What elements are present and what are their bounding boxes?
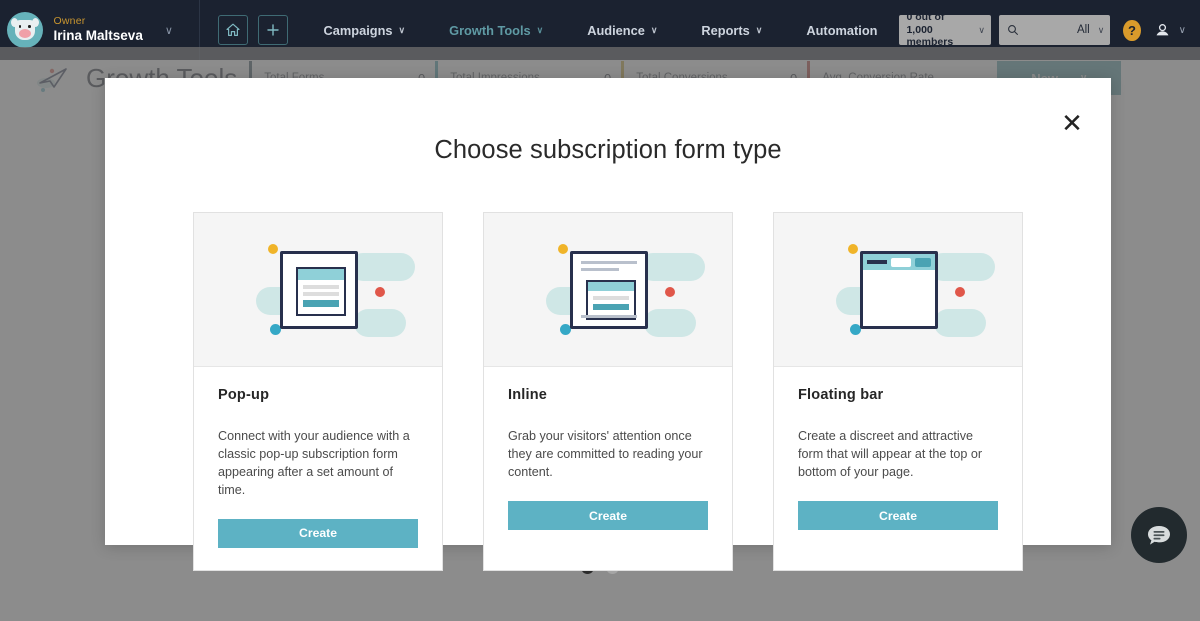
plus-icon[interactable] [257, 15, 288, 45]
chat-bubble-icon [1148, 526, 1170, 545]
nav-icon-group [200, 15, 302, 45]
card-body: Inline Grab your visitors' attention onc… [484, 367, 732, 552]
close-icon[interactable]: ✕ [1055, 106, 1089, 140]
user-icon [1156, 23, 1169, 35]
create-popup-button[interactable]: Create [218, 518, 418, 548]
subscription-form-type-modal: ✕ Choose subscription form type Pop-up C… [105, 78, 1111, 571]
popup-illustration [194, 213, 442, 367]
search-scope-label: All [1076, 24, 1090, 36]
chevron-down-icon: ∨ [164, 24, 173, 37]
form-type-card-list: Pop-up Connect with your audience with a… [105, 212, 1111, 571]
nav-link-label: Campaigns [323, 22, 393, 38]
create-inline-button[interactable]: Create [508, 501, 708, 530]
home-icon[interactable] [217, 15, 248, 45]
chevron-down-icon: ∨ [1178, 24, 1186, 36]
card-body: Floating bar Create a discreet and attra… [774, 367, 1022, 552]
chevron-down-icon: ∨ [1097, 24, 1105, 35]
search-input[interactable] [1022, 24, 1073, 36]
card-title: Floating bar [798, 387, 884, 403]
nav-link-campaigns[interactable]: Campaigns ∨ [302, 23, 428, 38]
nav-link-growth-tools[interactable]: Growth Tools ∨ [427, 23, 565, 38]
chat-bubble-button[interactable] [1131, 507, 1187, 563]
card-description: Grab your visitors' attention once they … [508, 429, 703, 479]
nav-link-label: Audience [587, 22, 645, 38]
nav-link-label: Reports [701, 22, 750, 38]
card-description: Create a discreet and attractive form th… [798, 429, 983, 479]
avatar[interactable] [0, 12, 50, 48]
app-root: Growth Tools Total Forms 0 Total Impress… [0, 0, 1200, 621]
nav-link-audience[interactable]: Audience ∨ [565, 23, 679, 38]
card-description: Connect with your audience with a classi… [218, 429, 410, 497]
account-name: Irina Maltseva [53, 28, 143, 44]
form-type-card-floating-bar[interactable]: Floating bar Create a discreet and attra… [773, 212, 1023, 571]
chevron-down-icon: ∨ [650, 24, 658, 35]
chevron-down-icon: ∨ [978, 24, 985, 35]
search-icon [1007, 25, 1018, 35]
quota-line-2: 1,000 members [906, 23, 954, 49]
card-body: Pop-up Connect with your audience with a… [194, 367, 442, 570]
chevron-down-icon: ∨ [398, 24, 406, 35]
form-type-card-popup[interactable]: Pop-up Connect with your audience with a… [193, 212, 443, 571]
card-title: Inline [508, 387, 548, 403]
pig-avatar-icon [6, 12, 43, 48]
nav-link-label: Automation [806, 22, 878, 38]
account-role: Owner [53, 15, 86, 27]
inline-illustration [484, 213, 732, 367]
chevron-down-icon: ∨ [536, 24, 544, 35]
modal-title: Choose subscription form type [434, 136, 782, 164]
form-type-card-inline[interactable]: Inline Grab your visitors' attention onc… [483, 212, 733, 571]
search-box[interactable]: All ∨ [998, 15, 1111, 45]
user-menu[interactable]: ∨ [1154, 22, 1186, 39]
chevron-down-icon: ∨ [755, 24, 763, 35]
help-button[interactable]: ? [1123, 19, 1141, 41]
nav-link-reports[interactable]: Reports ∨ [679, 23, 784, 38]
member-quota-select[interactable]: 0 out of 1,000 members ∨ [899, 11, 991, 48]
create-floating-bar-button[interactable]: Create [798, 501, 998, 530]
quota-line-1: 0 out of [906, 11, 945, 24]
nav-link-label: Growth Tools [449, 22, 531, 38]
nav-link-automation[interactable]: Automation [784, 23, 899, 38]
card-title: Pop-up [218, 387, 270, 403]
floating-bar-illustration [774, 213, 1022, 367]
